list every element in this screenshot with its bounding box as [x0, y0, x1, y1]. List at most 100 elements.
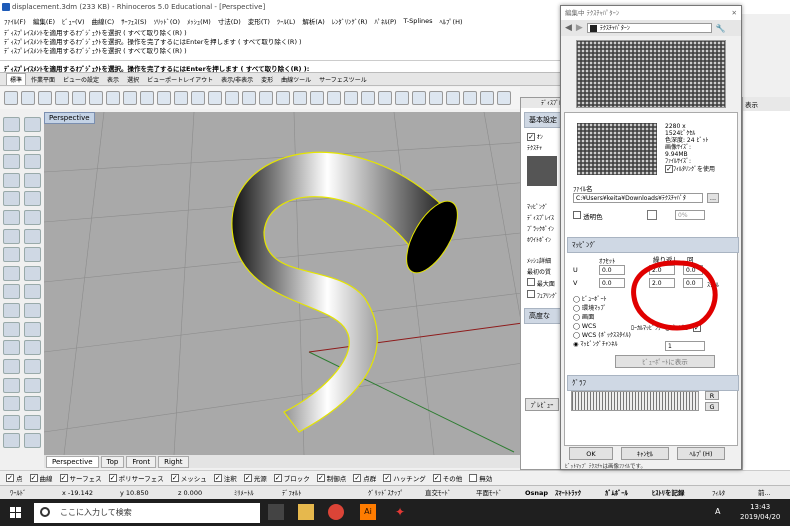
percent-field[interactable]: 0% [675, 210, 705, 220]
osnap-option[interactable]: ✓ 光源 [243, 473, 267, 483]
osnap-option[interactable]: ✓ 注釈 [213, 473, 237, 483]
toolbar-button-icon[interactable] [310, 91, 324, 105]
osnap-option[interactable]: ✓ サーフェス [59, 473, 102, 483]
toolbar-tab[interactable]: 表示 [104, 74, 122, 85]
ok-button[interactable]: OK [569, 447, 613, 460]
tool-button-icon[interactable] [24, 228, 41, 244]
color-swatch[interactable] [647, 210, 657, 220]
close-icon[interactable]: ✕ [732, 6, 737, 20]
tool-button-icon[interactable] [24, 117, 41, 132]
smart-track[interactable]: ｽﾏｰﾄﾄﾗｯｸ [555, 486, 581, 500]
tool-button-icon[interactable] [24, 172, 41, 188]
tool-button-icon[interactable] [3, 228, 20, 244]
toolbar-button-icon[interactable] [327, 91, 341, 105]
rhino-task-icon[interactable] [268, 504, 284, 520]
toolbar-button-icon[interactable] [89, 91, 103, 105]
viewport-tab[interactable]: Front [126, 455, 157, 468]
tool-button-icon[interactable] [24, 396, 41, 412]
record-history[interactable]: ﾋｽﾄﾘを記録 [652, 486, 685, 500]
toolbar-button-icon[interactable] [242, 91, 256, 105]
command-prompt[interactable]: ﾃﾞｨｽﾌﾟﾚｲｽﾒﾝﾄを適用するｵﾌﾞｼﾞｪｸﾄを選択。操作を完了するにはEn… [0, 61, 560, 73]
tool-button-icon[interactable] [3, 265, 20, 281]
toolbar-button-icon[interactable] [259, 91, 273, 105]
menu-item[interactable]: ﾍﾙﾌﾟ(H) [440, 16, 463, 26]
gumball[interactable]: ｶﾞﾑﾎﾞｰﾙ [605, 486, 628, 500]
tool-button-icon[interactable] [3, 191, 20, 207]
ortho[interactable]: 直交ﾓｰﾄﾞ [425, 486, 451, 500]
viewport-tab[interactable]: Right [158, 455, 189, 468]
props-advanced[interactable]: 高度な [524, 308, 562, 324]
tool-button-icon[interactable] [3, 210, 20, 226]
toolbar-button-icon[interactable] [140, 91, 154, 105]
tool-button-icon[interactable] [24, 210, 41, 226]
menu-item[interactable]: T-Splines [403, 17, 432, 25]
toolbar-button-icon[interactable] [344, 91, 358, 105]
toolbar-button-icon[interactable] [395, 91, 409, 105]
taskbar-search[interactable]: ここに入力して検索 [34, 503, 260, 523]
osnap-option[interactable]: ✓ メッシュ [170, 473, 207, 483]
toolbar-button-icon[interactable] [378, 91, 392, 105]
tool-button-icon[interactable] [3, 117, 20, 132]
show-in-viewport-button[interactable]: ﾋﾞｭｰﾎﾟｰﾄに表示 [615, 355, 715, 368]
osnap-option[interactable]: ✓ 点群 [353, 473, 376, 483]
osnap-checkbox[interactable]: ✓ [170, 473, 179, 482]
toolbar-tab[interactable]: ビューの設定 [60, 74, 102, 85]
tool-button-icon[interactable] [3, 340, 20, 356]
cancel-button[interactable]: ｷｬﾝｾﾙ [621, 447, 669, 460]
planar[interactable]: 平面ﾓｰﾄﾞ [476, 486, 502, 500]
menu-item[interactable]: ﾂｰﾙ(L) [277, 16, 295, 26]
channel-field[interactable]: 1 [665, 341, 705, 351]
osnap-option[interactable]: ✓ 曲線 [29, 473, 53, 483]
tool-button-icon[interactable] [3, 321, 20, 337]
toolbar-button-icon[interactable] [21, 91, 35, 105]
menu-item[interactable]: ﾚﾝﾀﾞﾘﾝｸﾞ(R) [332, 16, 368, 26]
osnap-checkbox[interactable]: ✓ [383, 473, 392, 482]
toolbar-button-icon[interactable] [497, 91, 511, 105]
toolbar-button-icon[interactable] [157, 91, 171, 105]
tool-button-icon[interactable] [3, 135, 20, 151]
radio-channel[interactable]: ◉ ﾏｯﾋﾟﾝｸﾞﾁｬﾝﾈﾙ [573, 340, 631, 349]
tool-button-icon[interactable] [3, 154, 20, 170]
tool-button-icon[interactable] [3, 414, 20, 430]
tool-button-icon[interactable] [24, 265, 41, 281]
toolbar-button-icon[interactable] [429, 91, 443, 105]
osnap-checkbox[interactable]: ✓ [243, 473, 252, 482]
menu-item[interactable]: ﾌｧｲﾙ(F) [4, 16, 26, 26]
graph-header[interactable]: ｸﾞﾗﾌ [567, 375, 739, 391]
osnap-option[interactable]: 無効 [469, 473, 492, 483]
tool-button-icon[interactable] [24, 433, 41, 449]
toolbar-button-icon[interactable] [446, 91, 460, 105]
tool-button-icon[interactable] [24, 321, 41, 337]
viewport-tab[interactable]: Top [100, 455, 125, 468]
tool-button-icon[interactable] [3, 172, 20, 188]
osnap-option[interactable]: ✓ その他 [432, 473, 462, 483]
menu-item[interactable]: 寸法(D) [218, 16, 241, 26]
toolbar-tab[interactable]: 表示/非表示 [218, 74, 256, 85]
clock[interactable]: 13:43 2019/04/20 [740, 502, 780, 522]
tool-button-icon[interactable] [3, 396, 20, 412]
toolbar-button-icon[interactable] [208, 91, 222, 105]
illustrator-icon[interactable]: Ai [360, 504, 376, 520]
osnap-toggle[interactable]: Osnap [525, 486, 548, 500]
toolbar-button-icon[interactable] [106, 91, 120, 105]
toolbar-tab[interactable]: 作業平面 [28, 74, 58, 85]
forward-arrow-icon[interactable]: ▶ [576, 23, 583, 33]
cplane-world[interactable]: ﾜｰﾙﾄﾞ [10, 486, 26, 500]
osnap-checkbox[interactable]: ✓ [432, 473, 441, 482]
viewport-tab[interactable]: Perspective [46, 455, 99, 468]
perspective-viewport[interactable]: Perspective [44, 112, 530, 455]
menu-item[interactable]: 解析(A) [302, 16, 325, 26]
toolbar-tab[interactable]: サーフェスツール [316, 74, 370, 85]
osnap-checkbox[interactable]: ✓ [316, 473, 325, 482]
tool-button-icon[interactable] [3, 358, 20, 374]
filter-checkbox[interactable]: ✓ﾌｨﾙﾀﾘﾝｸﾞを使用 [665, 165, 715, 173]
props-basic-header[interactable]: 基本設定 [524, 112, 564, 128]
app-star-icon[interactable]: ✦ [392, 504, 408, 520]
osnap-checkbox[interactable] [469, 473, 478, 482]
menu-item[interactable]: 変形(T) [248, 16, 270, 26]
viewport-title[interactable]: Perspective [44, 112, 95, 124]
tool-button-icon[interactable] [24, 377, 41, 393]
browse-button[interactable]: ... [707, 193, 719, 203]
osnap-checkbox[interactable]: ✓ [213, 473, 222, 482]
help-button[interactable]: ﾍﾙﾌﾟ(H) [677, 447, 725, 460]
